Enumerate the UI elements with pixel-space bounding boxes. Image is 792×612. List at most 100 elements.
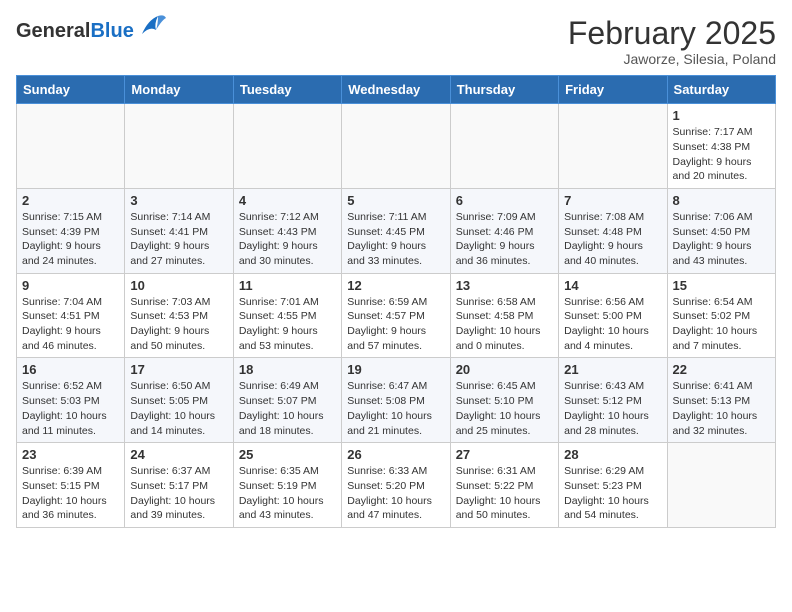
logo-text-general: General [16,20,90,42]
calendar-cell [667,443,775,528]
weekday-header-tuesday: Tuesday [233,76,341,104]
calendar-cell: 24 Sunrise: 6:37 AM Sunset: 5:17 PM Dayli… [125,443,233,528]
day-info: Sunrise: 7:17 AM Sunset: 4:38 PM Dayligh… [673,125,770,184]
day-number: 14 [564,278,661,293]
day-info: Sunrise: 7:06 AM Sunset: 4:50 PM Dayligh… [673,210,770,269]
calendar-cell: 23Sunrise: 6:39 AM Sunset: 5:15 PM Dayli… [17,443,125,528]
day-number: 12 [347,278,444,293]
day-info: Sunrise: 7:04 AM Sunset: 4:51 PM Dayligh… [22,295,119,354]
day-number: 5 [347,193,444,208]
weekday-header-sunday: Sunday [17,76,125,104]
calendar-cell: 22 Sunrise: 6:41 AM Sunset: 5:13 PM Dayli… [667,358,775,443]
calendar-cell: 26Sunrise: 6:33 AM Sunset: 5:20 PM Dayli… [342,443,450,528]
day-number: 4 [239,193,336,208]
calendar-week-row: 2Sunrise: 7:15 AM Sunset: 4:39 PM Daylig… [17,188,776,273]
page-title: February 2025 [568,16,776,51]
title-block: February 2025 Jaworze, Silesia, Poland [568,16,776,67]
calendar-cell [450,104,558,189]
day-info: Sunrise: 7:11 AM Sunset: 4:45 PM Dayligh… [347,210,444,269]
day-info: Sunrise: 6:31 AM Sunset: 5:22 PM Dayligh… [456,464,553,523]
day-number: 3 [130,193,227,208]
calendar-cell [125,104,233,189]
calendar-cell: 14 Sunrise: 6:56 AM Sunset: 5:00 PM Dayli… [559,273,667,358]
day-info: Sunrise: 6:58 AM Sunset: 4:58 PM Dayligh… [456,295,553,354]
calendar-cell: 8 Sunrise: 7:06 AM Sunset: 4:50 PM Daylig… [667,188,775,273]
weekday-header-friday: Friday [559,76,667,104]
day-number: 8 [673,193,770,208]
calendar-cell: 28 Sunrise: 6:29 AM Sunset: 5:23 PM Dayli… [559,443,667,528]
page-header: GeneralBlue February 2025 Jaworze, Siles… [16,16,776,67]
page-subtitle: Jaworze, Silesia, Poland [568,51,776,67]
day-number: 2 [22,193,119,208]
calendar-cell: 15 Sunrise: 6:54 AM Sunset: 5:02 PM Dayli… [667,273,775,358]
day-info: Sunrise: 6:50 AM Sunset: 5:05 PM Dayligh… [130,379,227,438]
day-info: Sunrise: 7:09 AM Sunset: 4:46 PM Dayligh… [456,210,553,269]
day-number: 17 [130,362,227,377]
day-number: 25 [239,447,336,462]
calendar-week-row: 1Sunrise: 7:17 AM Sunset: 4:38 PM Daylig… [17,104,776,189]
calendar-cell: 27 Sunrise: 6:31 AM Sunset: 5:22 PM Dayli… [450,443,558,528]
calendar-cell: 13 Sunrise: 6:58 AM Sunset: 4:58 PM Dayli… [450,273,558,358]
day-number: 27 [456,447,553,462]
day-info: Sunrise: 6:29 AM Sunset: 5:23 PM Dayligh… [564,464,661,523]
calendar-cell [559,104,667,189]
logo: GeneralBlue [16,16,168,45]
day-info: Sunrise: 6:54 AM Sunset: 5:02 PM Dayligh… [673,295,770,354]
day-number: 9 [22,278,119,293]
day-info: Sunrise: 7:12 AM Sunset: 4:43 PM Dayligh… [239,210,336,269]
calendar-cell: 1Sunrise: 7:17 AM Sunset: 4:38 PM Daylig… [667,104,775,189]
day-number: 22 [673,362,770,377]
calendar-cell: 5 Sunrise: 7:11 AM Sunset: 4:45 PM Daylig… [342,188,450,273]
day-info: Sunrise: 6:56 AM Sunset: 5:00 PM Dayligh… [564,295,661,354]
calendar-cell [342,104,450,189]
calendar-cell: 21 Sunrise: 6:43 AM Sunset: 5:12 PM Dayli… [559,358,667,443]
calendar-week-row: 9 Sunrise: 7:04 AM Sunset: 4:51 PM Daylig… [17,273,776,358]
calendar-cell: 16Sunrise: 6:52 AM Sunset: 5:03 PM Dayli… [17,358,125,443]
day-info: Sunrise: 6:47 AM Sunset: 5:08 PM Dayligh… [347,379,444,438]
logo-text-blue: Blue [90,20,133,42]
weekday-header-thursday: Thursday [450,76,558,104]
calendar-cell: 2Sunrise: 7:15 AM Sunset: 4:39 PM Daylig… [17,188,125,273]
calendar-cell: 25 Sunrise: 6:35 AM Sunset: 5:19 PM Dayli… [233,443,341,528]
day-number: 23 [22,447,119,462]
day-info: Sunrise: 6:59 AM Sunset: 4:57 PM Dayligh… [347,295,444,354]
day-number: 13 [456,278,553,293]
calendar-cell: 4 Sunrise: 7:12 AM Sunset: 4:43 PM Daylig… [233,188,341,273]
calendar-cell: 7Sunrise: 7:08 AM Sunset: 4:48 PM Daylig… [559,188,667,273]
day-info: Sunrise: 6:52 AM Sunset: 5:03 PM Dayligh… [22,379,119,438]
day-number: 18 [239,362,336,377]
day-number: 28 [564,447,661,462]
day-info: Sunrise: 7:14 AM Sunset: 4:41 PM Dayligh… [130,210,227,269]
calendar-cell: 17 Sunrise: 6:50 AM Sunset: 5:05 PM Dayli… [125,358,233,443]
calendar-week-row: 23Sunrise: 6:39 AM Sunset: 5:15 PM Dayli… [17,443,776,528]
day-number: 10 [130,278,227,293]
weekday-header-row: SundayMondayTuesdayWednesdayThursdayFrid… [17,76,776,104]
calendar-table: SundayMondayTuesdayWednesdayThursdayFrid… [16,75,776,528]
day-number: 20 [456,362,553,377]
calendar-cell [17,104,125,189]
calendar-cell: 9 Sunrise: 7:04 AM Sunset: 4:51 PM Daylig… [17,273,125,358]
day-info: Sunrise: 6:37 AM Sunset: 5:17 PM Dayligh… [130,464,227,523]
calendar-cell: 3 Sunrise: 7:14 AM Sunset: 4:41 PM Daylig… [125,188,233,273]
day-number: 19 [347,362,444,377]
calendar-cell: 19 Sunrise: 6:47 AM Sunset: 5:08 PM Dayli… [342,358,450,443]
calendar-week-row: 16Sunrise: 6:52 AM Sunset: 5:03 PM Dayli… [17,358,776,443]
weekday-header-wednesday: Wednesday [342,76,450,104]
day-number: 21 [564,362,661,377]
day-info: Sunrise: 7:03 AM Sunset: 4:53 PM Dayligh… [130,295,227,354]
day-info: Sunrise: 6:35 AM Sunset: 5:19 PM Dayligh… [239,464,336,523]
calendar-cell: 6Sunrise: 7:09 AM Sunset: 4:46 PM Daylig… [450,188,558,273]
weekday-header-monday: Monday [125,76,233,104]
logo-bird-icon [138,12,168,45]
day-number: 11 [239,278,336,293]
calendar-cell: 20Sunrise: 6:45 AM Sunset: 5:10 PM Dayli… [450,358,558,443]
calendar-cell: 11Sunrise: 7:01 AM Sunset: 4:55 PM Dayli… [233,273,341,358]
weekday-header-saturday: Saturday [667,76,775,104]
day-number: 24 [130,447,227,462]
day-number: 15 [673,278,770,293]
day-info: Sunrise: 7:08 AM Sunset: 4:48 PM Dayligh… [564,210,661,269]
day-info: Sunrise: 6:43 AM Sunset: 5:12 PM Dayligh… [564,379,661,438]
calendar-cell: 10 Sunrise: 7:03 AM Sunset: 4:53 PM Dayli… [125,273,233,358]
day-info: Sunrise: 6:41 AM Sunset: 5:13 PM Dayligh… [673,379,770,438]
calendar-cell: 12 Sunrise: 6:59 AM Sunset: 4:57 PM Dayli… [342,273,450,358]
